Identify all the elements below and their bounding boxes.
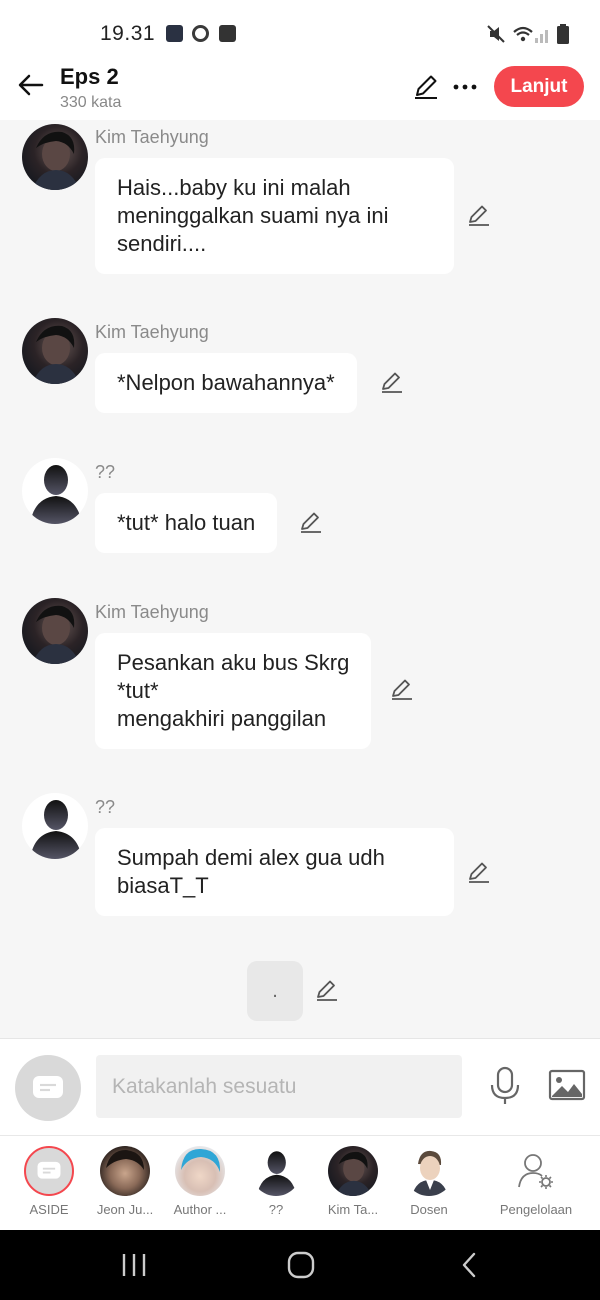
back-arrow-icon[interactable] — [16, 70, 46, 100]
message-bubble[interactable]: *Nelpon bawahannya* — [95, 353, 357, 413]
message-bubble[interactable]: Hais...baby ku ini malah meninggalkan su… — [95, 158, 454, 274]
speaker-name: Kim Taehyung — [95, 127, 209, 147]
avatar-kim-taehyung[interactable] — [22, 598, 88, 664]
recent-apps-icon[interactable] — [114, 1248, 154, 1282]
speaker-name: ?? — [95, 797, 116, 817]
pencil-icon[interactable] — [466, 859, 492, 885]
character-label: Pengelolaan — [499, 1202, 573, 1217]
notification-app-icon — [166, 25, 183, 42]
more-options-icon[interactable] — [450, 72, 480, 100]
character-author[interactable]: Author ... — [160, 1144, 240, 1226]
episode-title: Eps 2 — [60, 64, 119, 89]
gallery-notification-icon — [219, 25, 236, 42]
chat-area[interactable]: Kim Taehyung Hais...baby ku ini malah me… — [0, 120, 600, 1038]
avatar — [328, 1146, 378, 1196]
character-management[interactable]: Pengelolaan — [496, 1144, 576, 1226]
character-selector: ASIDE Jeon Ju... Author ... ?? Kim Ta...… — [0, 1135, 600, 1230]
character-kim[interactable]: Kim Ta... — [313, 1144, 393, 1226]
word-count: 330 kata — [60, 94, 122, 111]
character-aside[interactable]: ASIDE — [9, 1144, 89, 1226]
avatar-kim-taehyung[interactable] — [22, 124, 88, 190]
mute-icon — [487, 25, 505, 43]
message-input-bar — [0, 1038, 600, 1135]
avatar-unknown[interactable] — [22, 458, 88, 524]
character-label: Dosen — [410, 1202, 448, 1217]
avatar-kim-taehyung[interactable] — [22, 318, 88, 384]
pencil-icon[interactable] — [389, 676, 415, 702]
character-label: Kim Ta... — [327, 1202, 379, 1217]
pencil-icon[interactable] — [466, 202, 492, 228]
message-input[interactable] — [96, 1055, 462, 1118]
aside-icon — [33, 1076, 63, 1098]
chrome-icon — [192, 25, 209, 42]
status-time: 19.31 — [100, 22, 156, 45]
speaker-name: Kim Taehyung — [95, 322, 209, 342]
character-label: ASIDE — [29, 1202, 69, 1217]
narration-bubble[interactable]: . — [247, 961, 303, 1021]
character-label: ?? — [268, 1202, 284, 1217]
aside-avatar — [24, 1146, 74, 1196]
avatar — [404, 1146, 454, 1196]
wifi-icon — [513, 26, 533, 42]
message-bubble[interactable]: Sumpah demi alex gua udh biasaT_T — [95, 828, 454, 916]
avatar — [251, 1146, 301, 1196]
message-bubble[interactable]: Pesankan aku bus Skrg *tut* mengakhiri p… — [95, 633, 372, 749]
aside-toggle-button[interactable] — [15, 1055, 81, 1121]
system-nav-bar — [0, 1230, 600, 1300]
mic-icon[interactable] — [487, 1066, 523, 1106]
speaker-name: ?? — [95, 462, 116, 482]
speaker-name: Kim Taehyung — [95, 602, 209, 622]
avatar-unknown[interactable] — [22, 793, 88, 859]
pencil-icon[interactable] — [298, 509, 324, 535]
status-bar: 19.31 — [0, 0, 600, 64]
character-label: Author ... — [173, 1202, 227, 1217]
character-unknown[interactable]: ?? — [236, 1144, 316, 1226]
character-dosen[interactable]: Dosen — [389, 1144, 469, 1226]
pencil-icon[interactable] — [314, 977, 340, 1003]
home-icon[interactable] — [281, 1248, 321, 1282]
signal-icon — [535, 30, 548, 43]
episode-header: Eps 2 330 kata Lanjut — [0, 64, 600, 120]
avatar — [100, 1146, 150, 1196]
avatar — [175, 1146, 225, 1196]
next-button[interactable]: Lanjut — [494, 66, 584, 107]
image-icon[interactable] — [548, 1069, 586, 1103]
character-label: Jeon Ju... — [96, 1202, 154, 1217]
manage-avatar — [511, 1146, 561, 1196]
battery-icon — [557, 24, 569, 44]
back-icon[interactable] — [450, 1248, 490, 1282]
character-jeon[interactable]: Jeon Ju... — [85, 1144, 165, 1226]
message-bubble[interactable]: *tut* halo tuan — [95, 493, 278, 553]
aside-icon — [37, 1161, 61, 1179]
pencil-icon[interactable] — [379, 369, 405, 395]
manage-icon — [518, 1154, 553, 1189]
pencil-icon[interactable] — [412, 72, 440, 100]
